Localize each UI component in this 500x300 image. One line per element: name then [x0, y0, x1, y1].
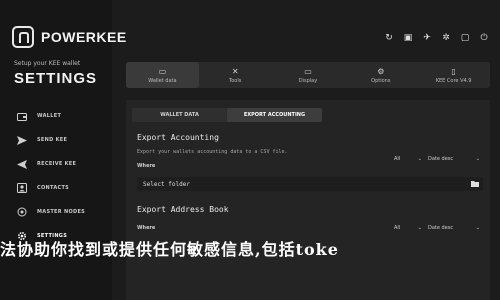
chevron-down-icon: ⌄: [475, 156, 480, 162]
display-icon: ▭: [304, 66, 312, 76]
tab-tools[interactable]: ✕ Tools: [199, 62, 272, 88]
sort-select[interactable]: Date desc ⌄: [428, 225, 480, 231]
settings-panel: WALLET DATA EXPORT ACCOUNTING Export Acc…: [126, 100, 490, 300]
subtab-wallet-data[interactable]: WALLET DATA: [132, 108, 227, 122]
tab-display[interactable]: ▭ Display: [272, 62, 345, 88]
settings-subtitle: Setup your KEE wallet: [14, 60, 81, 67]
sidebar-item-send[interactable]: SEND KEE: [16, 128, 85, 152]
sidebar-item-master-nodes[interactable]: MASTER NODES: [16, 200, 85, 224]
subtab-export-accounting[interactable]: EXPORT ACCOUNTING: [227, 108, 322, 122]
sort-value: Date desc: [428, 156, 454, 162]
master-nodes-icon: [16, 207, 27, 218]
tab-label: Options: [371, 77, 391, 84]
send-icon: [16, 135, 27, 146]
rocket-icon[interactable]: ✈: [421, 32, 433, 44]
brand-name: POWERKEE: [41, 29, 127, 45]
export-address-book-title: Export Address Book: [137, 205, 229, 214]
select-folder-field[interactable]: Select folder: [137, 177, 483, 191]
wallet-icon: [16, 111, 27, 122]
tab-label: Wallet data: [148, 77, 177, 84]
tab-kee-core[interactable]: ▯ KEE Core V4.9: [417, 62, 490, 88]
sidebar-item-receive[interactable]: RECEIVE KEE: [16, 152, 85, 176]
sidebar-nav: WALLET SEND KEE RECEIVE KEE CONTACTS MAS…: [16, 104, 85, 248]
folder-icon[interactable]: [471, 180, 479, 187]
settings-icon[interactable]: ✲: [440, 32, 452, 44]
expand-icon[interactable]: ▢: [459, 32, 471, 44]
tab-label: Tools: [229, 77, 242, 84]
tab-label: Display: [298, 77, 318, 84]
chevron-down-icon: ⌄: [417, 225, 422, 231]
chevron-down-icon: ⌄: [475, 225, 480, 231]
filter-select[interactable]: All ⌄: [394, 225, 422, 231]
overlay-caption: 法协助你找到或提供任何敏感信息,包括toke: [0, 240, 339, 259]
sidebar-item-wallet[interactable]: WALLET: [16, 104, 85, 128]
settings-tabs: ▭ Wallet data ✕ Tools ▭ Display ⚙ Option…: [126, 62, 490, 88]
filter-value: All: [394, 225, 401, 231]
chevron-down-icon: ⌄: [417, 156, 422, 162]
filter-select[interactable]: All ⌄: [394, 156, 422, 162]
sidebar-item-label: RECEIVE KEE: [37, 161, 77, 167]
sidebar-item-label: SEND KEE: [37, 137, 68, 143]
subtabs: WALLET DATA EXPORT ACCOUNTING: [132, 108, 322, 122]
options-icon: ⚙: [377, 66, 385, 76]
tab-wallet-data[interactable]: ▭ Wallet data: [126, 62, 199, 88]
lock-icon[interactable]: ▣: [402, 32, 414, 44]
close-icon[interactable]: ⏻: [478, 32, 490, 44]
wallet-data-icon: ▭: [158, 66, 167, 76]
sort-select[interactable]: Date desc ⌄: [428, 156, 480, 162]
where-label: Where: [137, 163, 156, 169]
sidebar-item-contacts[interactable]: CONTACTS: [16, 176, 85, 200]
contacts-icon: [16, 183, 27, 194]
kee-core-icon: ▯: [451, 66, 456, 76]
export-accounting-description: Export your wallets accounting data to a…: [137, 149, 288, 155]
sidebar-item-label: MASTER NODES: [37, 209, 86, 215]
window-toolbar: ↻ ▣ ✈ ✲ ▢ ⏻: [383, 32, 490, 44]
export-accounting-title: Export Accounting: [137, 133, 219, 142]
tab-label: KEE Core V4.9: [435, 77, 472, 84]
tab-options[interactable]: ⚙ Options: [344, 62, 417, 88]
folder-placeholder: Select folder: [143, 180, 190, 188]
logo: POWERKEE: [12, 26, 127, 48]
filter-value: All: [394, 156, 401, 162]
powerkee-logo-icon: [12, 26, 34, 48]
tools-icon: ✕: [231, 66, 239, 76]
sort-value: Date desc: [428, 225, 454, 231]
sidebar-item-label: WALLET: [37, 113, 62, 119]
refresh-icon[interactable]: ↻: [383, 32, 395, 44]
sidebar-item-label: CONTACTS: [37, 185, 70, 191]
settings-title: SETTINGS: [14, 70, 98, 87]
receive-icon: [16, 159, 27, 170]
where-label: Where: [137, 225, 156, 231]
